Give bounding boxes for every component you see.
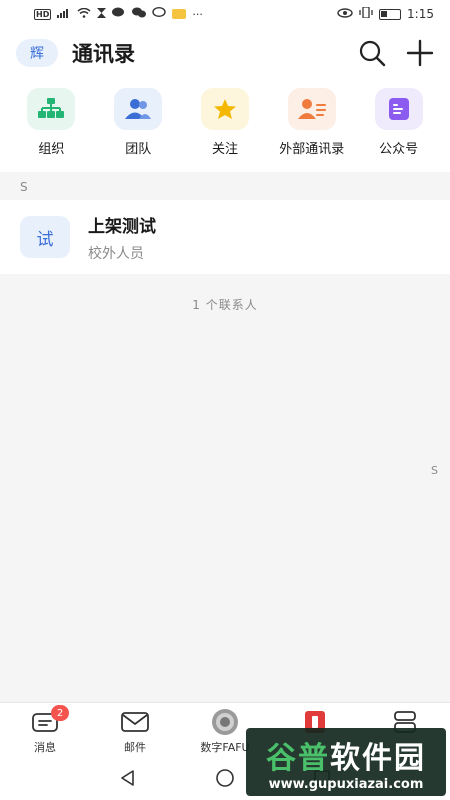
watermark-url: www.gupuxiazai.com: [268, 776, 424, 792]
hourglass-icon: [97, 7, 107, 21]
wifi-icon: [77, 7, 91, 21]
contact-count: 1 个联系人: [192, 298, 258, 312]
shortcut-label: 组织: [38, 142, 65, 157]
external-contacts-icon: [287, 88, 336, 130]
status-bar: HD ··· 1:15: [0, 0, 450, 28]
app-header: 辉 通讯录: [0, 28, 450, 78]
status-right: 1:15: [337, 6, 434, 21]
contact-text: 上架测试 校外人员: [88, 212, 156, 263]
shortcut-label: 公众号: [379, 142, 419, 157]
shortcut-label: 关注: [211, 142, 238, 157]
mail-icon: [121, 709, 149, 735]
tab-label: 消息: [34, 741, 56, 754]
contact-list-item[interactable]: 试 上架测试 校外人员: [0, 200, 450, 274]
watermark-title-b: 软件园: [330, 740, 426, 776]
official-account-icon: [374, 88, 423, 130]
tab-label: 邮件: [124, 741, 146, 754]
mail-icon: [172, 9, 187, 19]
vibrate-icon: [359, 6, 373, 21]
wechat-icon: [112, 7, 126, 21]
shortcut-external-contacts[interactable]: 外部通讯录: [268, 88, 355, 172]
contact-description: 校外人员: [88, 245, 144, 262]
star-icon: [200, 88, 249, 130]
battery-icon: [379, 8, 402, 20]
contact-name: 上架测试: [88, 216, 156, 237]
shortcut-grid: 组织 团队 关注 外部通讯录 公众号: [0, 78, 450, 172]
shortcut-org[interactable]: 组织: [8, 88, 95, 172]
university-logo-icon: [211, 709, 239, 735]
status-time: 1:15: [407, 7, 434, 21]
watermark-title-a: 谷普: [266, 740, 330, 776]
site-watermark: 谷普软件园 www.gupuxiazai.com: [246, 728, 446, 796]
shortcut-team[interactable]: 团队: [95, 88, 182, 172]
shortcut-label: 外部通讯录: [279, 142, 345, 157]
signal-icon: [57, 8, 71, 21]
add-icon[interactable]: [406, 39, 434, 67]
shortcut-follow[interactable]: 关注: [182, 88, 269, 172]
message-icon: 2: [31, 705, 69, 735]
home-icon[interactable]: [215, 768, 235, 792]
overflow-dots: ···: [192, 7, 203, 21]
unread-badge: 2: [51, 705, 69, 721]
eye-icon: [337, 7, 353, 21]
tab-mail[interactable]: 邮件: [90, 703, 180, 760]
team-icon: [114, 88, 163, 130]
chat-icon: [152, 6, 167, 21]
org-icon: [27, 88, 76, 130]
tab-label: 数字FAFU: [200, 741, 250, 754]
watermark-title: 谷普软件园: [266, 733, 426, 777]
user-avatar[interactable]: 辉: [16, 39, 58, 67]
status-left: HD ···: [34, 6, 203, 21]
alphabet-index-letter[interactable]: S: [431, 464, 438, 477]
tab-messages[interactable]: 2 消息: [0, 703, 90, 760]
search-icon[interactable]: [358, 39, 386, 67]
header-actions: [358, 39, 434, 67]
wechat-icon: [132, 7, 147, 21]
back-icon[interactable]: [119, 769, 137, 791]
page-title: 通讯录: [72, 42, 135, 66]
section-header-letter: S: [20, 180, 28, 194]
shortcut-label: 团队: [125, 142, 152, 157]
hd-icon: HD: [34, 8, 52, 20]
contact-avatar: 试: [20, 216, 70, 258]
shortcut-official-account[interactable]: 公众号: [355, 88, 442, 172]
